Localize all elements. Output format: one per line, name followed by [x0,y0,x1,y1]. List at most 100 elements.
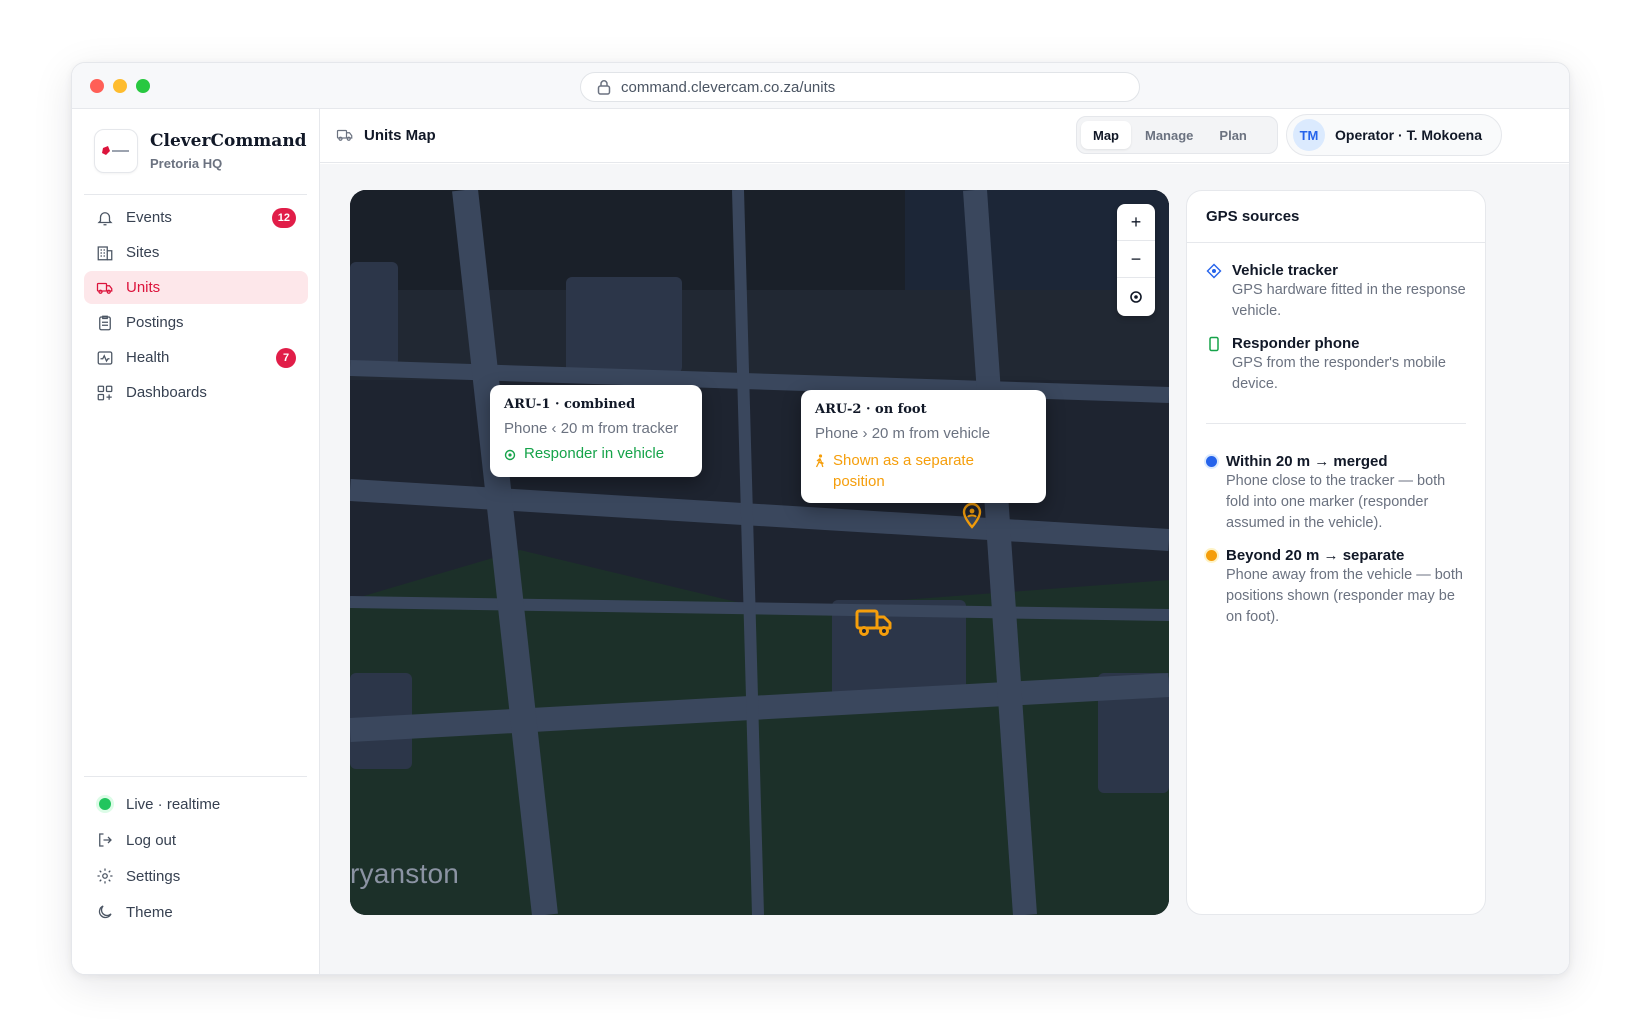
events-count-badge: 12 [271,208,296,228]
tab-plan[interactable]: Plan [1207,121,1258,149]
unit-callout-aru2[interactable]: ARU-2 · on foot Phone › 20 m from vehicl… [801,390,1046,503]
sidebar-item-label: Postings [126,314,184,331]
sidebar: CleverCommand Pretoria HQ Events 12 Site… [72,109,320,974]
sidebar-item-health[interactable]: Health 7 [84,341,308,374]
logout-label: Log out [126,831,177,849]
panel-title: GPS sources [1187,191,1485,243]
gps-sources-panel: GPS sources Vehicle tracker GPS hardware… [1186,190,1486,915]
close-window-button[interactable] [90,79,104,93]
grid-icon [97,385,113,400]
callout-distance: Phone ‹ 20 m from tracker [504,420,679,437]
source-desc: GPS hardware fitted in the response vehi… [1232,282,1466,319]
status-dot [99,798,111,810]
main-content: + − ARU-1 · combined Phone ‹ 20 m from t… [320,164,1569,974]
callout-title: ARU-1 · combined [504,397,636,412]
callout-distance: Phone › 20 m from vehicle [815,425,991,442]
callout-status-text: Shown as a separate position [833,452,974,490]
legend-merged: Within 20 m → merged Phone close to the … [1206,453,1468,534]
moon-icon [98,905,112,919]
sidebar-item-label: Sites [126,244,160,261]
lock-icon [597,80,611,95]
tab-manage[interactable]: Manage [1133,121,1205,149]
truck-icon [336,129,353,141]
map-zoom-controls: + − [1117,204,1155,316]
callout-status-text: Responder in vehicle [524,445,665,462]
live-status: Live · realtime [84,787,308,821]
browser-titlebar: command.clevercam.co.za/units [72,63,1569,109]
theme-button[interactable]: Theme [84,895,308,929]
legend-dot-amber [1206,550,1217,561]
sidebar-item-label: Dashboards [126,384,207,401]
callout-status: Responder in vehicle [504,445,688,462]
divider [84,194,307,195]
logout-icon [99,833,112,847]
logout-button[interactable]: Log out [84,823,308,857]
units-map[interactable]: + − ARU-1 · combined Phone ‹ 20 m from t… [350,190,1169,915]
sidebar-item-units[interactable]: Units [84,271,308,304]
minimize-window-button[interactable] [113,79,127,93]
locate-button[interactable] [1117,278,1155,315]
health-count-badge: 7 [276,348,296,368]
building-icon [97,245,113,260]
responder-marker[interactable] [961,502,983,530]
sidebar-item-sites[interactable]: Sites [84,236,308,269]
map-place-label: ryanston [350,858,459,889]
legend-desc: Phone away from the vehicle — both posit… [1226,567,1463,625]
unit-callout-aru1[interactable]: ARU-1 · combined Phone ‹ 20 m from track… [490,385,702,477]
zoom-in-button[interactable]: + [1117,204,1155,241]
divider [1206,423,1466,424]
legend-separate: Beyond 20 m → separate Phone away from t… [1206,547,1468,628]
legend-title: Beyond 20 m → separate [1226,547,1405,564]
brand[interactable]: CleverCommand Pretoria HQ [94,129,307,173]
sidebar-bottom-nav: Live · realtime Log out Settings Theme [84,787,308,931]
source-vehicle-tracker: Vehicle tracker GPS hardware fitted in t… [1206,262,1468,322]
sidebar-item-events[interactable]: Events 12 [84,201,308,234]
source-title: Vehicle tracker [1232,262,1338,279]
url-text: command.clevercam.co.za/units [621,78,836,96]
page-title-text: Units Map [364,126,436,144]
callout-status: Shown as a separate position [815,450,1032,492]
source-desc: GPS from the responder's mobile device. [1232,355,1446,392]
browser-window: command.clevercam.co.za/units CleverComm… [71,62,1570,975]
view-switcher: Map Manage Plan [1076,116,1278,154]
walking-icon [815,454,824,468]
legend-title: Within 20 m → merged [1226,453,1388,470]
sidebar-item-dashboards[interactable]: Dashboards [84,376,308,409]
callout-title: ARU-2 · on foot [815,402,927,417]
settings-label: Settings [126,867,181,885]
tab-map[interactable]: Map [1081,121,1131,149]
sidebar-item-postings[interactable]: Postings [84,306,308,339]
tracker-icon [1206,263,1222,279]
vehicle-marker[interactable] [855,608,893,638]
page-title: Units Map [336,126,436,144]
theme-label: Theme [126,903,173,921]
clipboard-icon [99,315,111,330]
map-background [350,190,1169,915]
live-status-label: Live · realtime [126,795,221,813]
divider [84,776,307,777]
phone-icon [1209,336,1219,352]
zoom-out-button[interactable]: − [1117,241,1155,278]
top-header: Units Map Map Manage Plan TM Operator · … [320,109,1569,163]
legend-desc: Phone close to the tracker — both fold i… [1226,473,1446,531]
brand-logo [94,129,138,173]
target-icon [504,449,516,461]
source-title: Responder phone [1232,335,1360,352]
brand-title: CleverCommand [150,131,307,151]
address-bar[interactable]: command.clevercam.co.za/units [580,72,1140,102]
pulse-icon [97,350,113,365]
crosshair-icon [1130,290,1142,303]
avatar: TM [1293,119,1325,151]
sidebar-item-label: Units [126,279,161,296]
gear-icon [97,868,113,884]
legend-dot-blue [1206,456,1217,467]
maximize-window-button[interactable] [136,79,150,93]
user-label: Operator · T. Mokoena [1335,127,1483,143]
truck-icon [96,282,113,294]
source-responder-phone: Responder phone GPS from the responder's… [1206,335,1468,395]
sidebar-item-label: Events [126,209,172,226]
sidebar-item-label: Health [126,349,170,366]
user-menu[interactable]: TM Operator · T. Mokoena [1286,114,1502,156]
settings-button[interactable]: Settings [84,859,308,893]
sidebar-nav: Events 12 Sites Units Postings Health 7 [84,201,308,411]
